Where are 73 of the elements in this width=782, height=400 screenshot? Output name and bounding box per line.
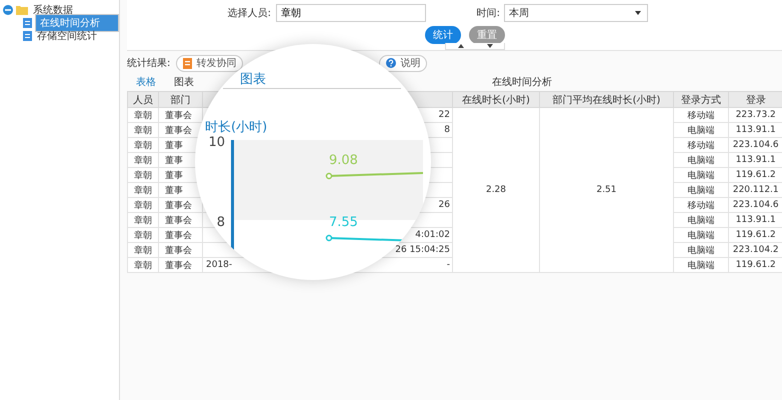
table-cell: 119.61.2	[728, 168, 782, 182]
toolbar-label: 统计结果:	[127, 56, 170, 70]
table-cell: 113.91.1	[728, 152, 782, 168]
y-tick-label: 10	[208, 135, 225, 150]
column-header: 部门平均在线时长(小时)	[540, 92, 674, 108]
table-cell: 电脑端	[674, 168, 728, 182]
column-header: 人员	[128, 92, 158, 108]
table-cell: 董事会	[158, 212, 202, 228]
table-cell: 章朝	[128, 152, 158, 168]
table-cell: 董事会	[158, 242, 202, 258]
table-cell: 223.73.2	[728, 108, 782, 122]
table-cell: 章朝	[128, 212, 158, 228]
table-cell: 章朝	[128, 168, 158, 182]
table-cell: 电脑端	[674, 228, 728, 242]
table-cell: 223.104.2	[728, 242, 782, 258]
field-label: 选择人员:	[226, 6, 271, 20]
y-tick-label: 8	[216, 215, 225, 230]
table-cell: 2.51	[540, 108, 674, 272]
table-cell: 2.28	[452, 108, 540, 272]
table-cell: 113.91.1	[728, 122, 782, 138]
column-header: 登录方式	[674, 92, 728, 108]
column-header: 登录	[728, 92, 782, 108]
table-cell: 电脑端	[674, 258, 728, 272]
forward-button[interactable]: 转发协同	[176, 54, 244, 72]
table-cell: 董事会	[158, 108, 202, 122]
table-cell: 223.104.6	[728, 138, 782, 152]
table-cell: 电脑端	[674, 182, 728, 198]
document-icon	[23, 30, 32, 40]
table-cell: 董事会	[158, 228, 202, 242]
table-cell: 章朝	[128, 138, 158, 152]
caret-up-icon[interactable]	[458, 44, 464, 48]
table-cell: 董事会	[158, 258, 202, 272]
table-cell: 电脑端	[674, 212, 728, 228]
table-cell: 移动端	[674, 198, 728, 212]
table-cell: 220.112.1	[728, 182, 782, 198]
column-header: 部门	[158, 92, 202, 108]
table-cell: 电脑端	[674, 122, 728, 138]
table-cell: 113.91.1	[728, 212, 782, 228]
table-cell: 章朝	[128, 242, 158, 258]
collapse-icon[interactable]	[3, 4, 13, 14]
data-label: 9.08	[329, 153, 358, 168]
view-tab[interactable]: 表格	[131, 75, 161, 89]
view-tab[interactable]: 图表	[169, 75, 199, 89]
document-icon	[183, 58, 192, 68]
tree-label[interactable]: 系统数据	[31, 2, 75, 16]
dropdown-caret-icon	[635, 11, 641, 15]
person-field[interactable]: 章朝	[276, 4, 426, 22]
submit-button[interactable]: 统计	[425, 26, 461, 44]
chart-title: 图表	[240, 71, 266, 88]
help-button[interactable]: 说明	[379, 54, 428, 72]
table-cell: 章朝	[128, 182, 158, 198]
table-cell: 章朝	[128, 258, 158, 272]
table-cell: 移动端	[674, 138, 728, 152]
time-dropdown[interactable]: 本周	[504, 4, 648, 22]
table-cell: 119.61.2	[728, 258, 782, 272]
table-cell: 章朝	[128, 228, 158, 242]
help-icon	[386, 58, 396, 68]
table-cell: 章朝	[128, 122, 158, 138]
table-cell: 电脑端	[674, 152, 728, 168]
table-cell: 移动端	[674, 108, 728, 122]
y-axis-label: 时长(小时)	[205, 119, 268, 136]
tree-item[interactable]: 存储空间统计	[35, 28, 99, 42]
data-label: 7.55	[329, 215, 358, 230]
field-label: 时间:	[476, 6, 500, 20]
table-cell: 章朝	[128, 108, 158, 122]
folder-icon	[16, 4, 28, 14]
table-cell: 223.104.6	[728, 198, 782, 212]
table-cell: 119.61.2	[728, 228, 782, 242]
column-header: 在线时长(小时)	[452, 92, 540, 108]
table-cell: 电脑端	[674, 242, 728, 258]
document-icon	[23, 18, 32, 28]
table-title: 在线时间分析	[492, 76, 552, 89]
table-cell: 章朝	[128, 198, 158, 212]
